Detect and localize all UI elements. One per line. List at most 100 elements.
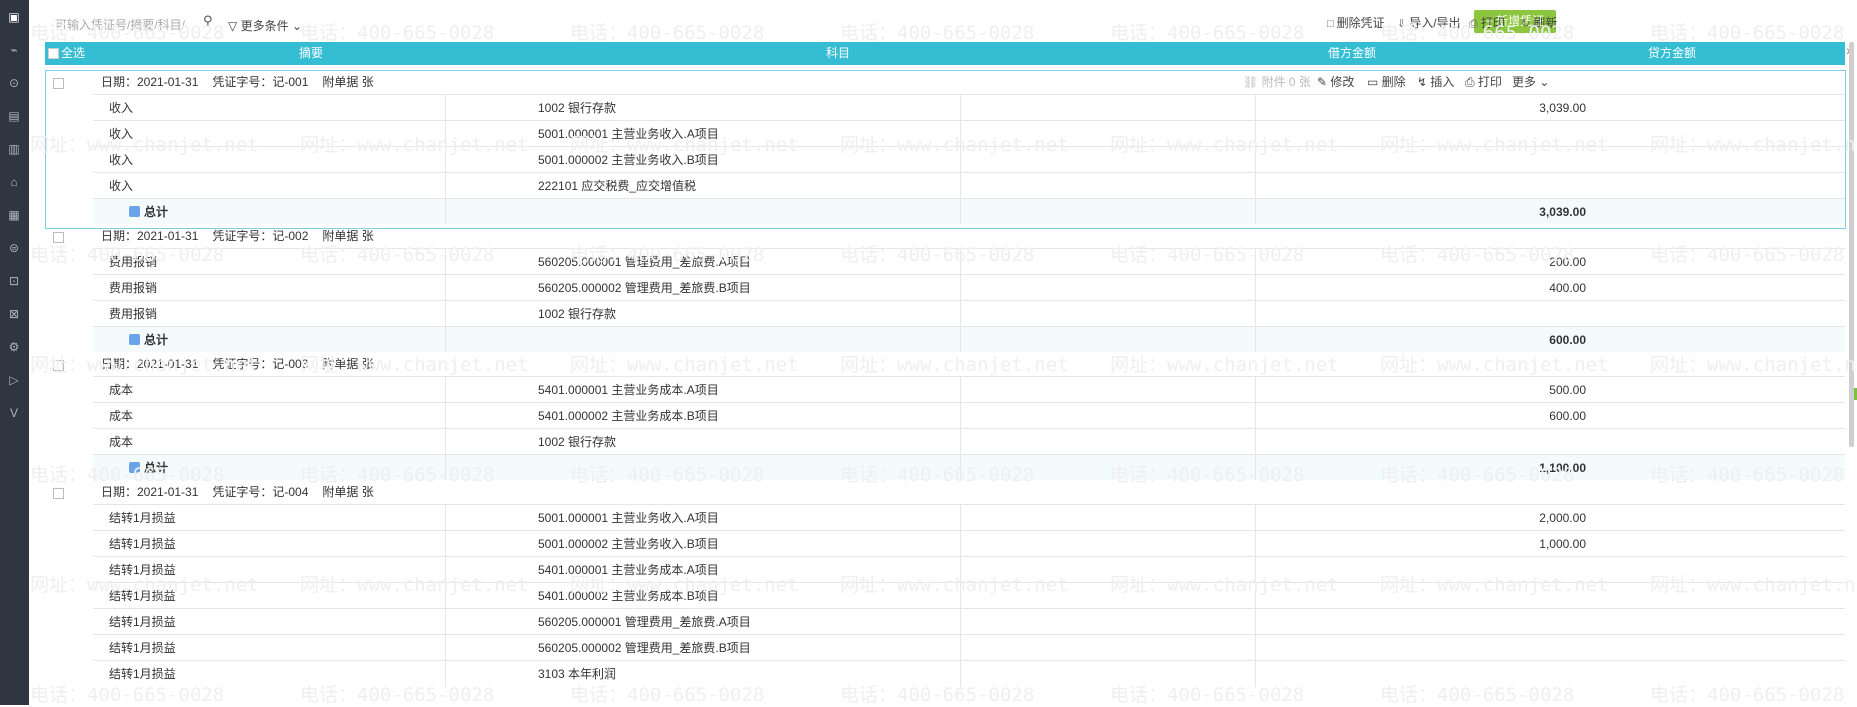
col-credit-header: 贷方金额 — [1648, 46, 1697, 60]
chevron-down-icon: ⌄ — [291, 19, 302, 33]
voucher-date: 日期：2021-01-31 — [101, 485, 199, 499]
account-cell: 5001.000002 主营业务收入.B项目 — [538, 153, 719, 167]
table-row[interactable]: 成本 5401.000002 主营业务成本.B项目 600.00 — [93, 402, 1845, 429]
voucher-number: 凭证字号：记-003 — [212, 357, 309, 371]
table-row[interactable]: 收入5001.000001 主营业务收入.A项目2,000.00 — [93, 120, 1845, 147]
column-divider — [445, 275, 446, 301]
column-divider — [960, 429, 961, 455]
voucher-checkbox[interactable] — [53, 232, 64, 243]
import-export-button[interactable]: ⇓ 导入/导出 — [1397, 14, 1461, 31]
column-divider — [445, 403, 446, 429]
table-row[interactable]: 结转1月损益5401.000002 主营业务成本.B项目600.00 — [93, 582, 1845, 609]
credit-cell: 600.00 — [1586, 301, 1857, 327]
table-row[interactable]: 费用报销 560205.000002 管理费用_差旅费.B项目 400.00 — [93, 274, 1845, 301]
summary-cell: 成本 — [109, 435, 134, 449]
column-divider — [960, 377, 961, 403]
table-row[interactable]: 费用报销 560205.000001 管理费用_差旅费.A项目 200.00 — [93, 248, 1845, 275]
summary-cell: 结转1月损益 — [109, 615, 176, 629]
voucher-nav-icon[interactable]: ▣ — [7, 10, 21, 24]
edit-button[interactable]: ✎ 修改 — [1317, 70, 1354, 94]
credit-cell: 500.00 — [1586, 557, 1857, 583]
voucher-checkbox[interactable] — [53, 488, 64, 499]
filter-icon: ▽ — [228, 19, 238, 33]
summary-cell: 费用报销 — [109, 307, 158, 321]
more-button[interactable]: 更多 ⌄ — [1512, 70, 1549, 94]
column-divider — [445, 199, 446, 225]
table-row[interactable]: 结转1月损益5401.000001 主营业务成本.A项目500.00 — [93, 556, 1845, 583]
search-input[interactable] — [53, 14, 227, 36]
column-divider — [960, 301, 961, 327]
column-divider — [445, 249, 446, 275]
table-row[interactable]: 结转1月损益3103 本年利润1,300.00 — [93, 660, 1845, 687]
table-row[interactable]: 费用报销1002 银行存款600.00 — [93, 300, 1845, 327]
table-header: 全选 摘要 科目 借方金额 贷方金额 — [45, 42, 1845, 65]
table-row[interactable]: 成本 5401.000001 主营业务成本.A项目 500.00 — [93, 376, 1845, 403]
summary-cell: 收入 — [109, 101, 134, 115]
column-divider — [445, 557, 446, 583]
total-credit: 3,039.00 — [1586, 199, 1857, 225]
column-divider — [960, 661, 961, 687]
account-cell: 1002 银行存款 — [538, 307, 617, 321]
column-divider — [1255, 301, 1256, 327]
scrollbar[interactable] — [1849, 42, 1854, 447]
table-row[interactable]: 收入5001.000002 主营业务收入.B项目1,000.00 — [93, 146, 1845, 173]
column-divider — [960, 455, 961, 481]
table-row[interactable]: 结转1月损益 5001.000001 主营业务收入.A项目 2,000.00 — [93, 504, 1845, 531]
column-divider — [445, 301, 446, 327]
voucher-number: 凭证字号：记-004 — [212, 485, 309, 499]
account-cell: 3103 本年利润 — [538, 667, 617, 681]
summary-cell: 收入 — [109, 179, 134, 193]
column-divider — [960, 635, 961, 661]
search-icon[interactable]: ⚲ — [203, 13, 213, 29]
account-cell: 5001.000001 主营业务收入.A项目 — [538, 127, 719, 141]
column-divider — [445, 635, 446, 661]
chart-nav-icon[interactable]: ⌁ — [7, 43, 21, 57]
select-all-checkbox[interactable] — [48, 48, 59, 59]
account-cell: 560205.000001 管理费用_差旅费.A项目 — [538, 615, 751, 629]
more-filters-button[interactable]: ▽ 更多条件 ⌄ — [228, 17, 302, 34]
voucher-meta: 日期：2021-01-31 凭证字号：记-001 附单据 张 — [101, 70, 388, 94]
total-icon — [129, 206, 140, 217]
column-divider — [960, 147, 961, 173]
debit-cell: 1,000.00 — [1539, 537, 1586, 551]
column-divider — [445, 429, 446, 455]
import-export-label: 导入/导出 — [1409, 16, 1461, 30]
voucher-checkbox[interactable] — [53, 78, 64, 89]
toolbar: ⚲ ▽ 更多条件 ⌄ + 新增凭证 □删除凭证 ⇓导入/导出 ⎙打印 ↻刷新 — [29, 0, 1857, 42]
refresh-label: 刷新 — [1533, 16, 1558, 30]
account-cell: 5001.000002 主营业务收入.B项目 — [538, 537, 719, 551]
table-row[interactable]: 结转1月损益 5001.000002 主营业务收入.B项目 1,000.00 — [93, 530, 1845, 557]
column-divider — [445, 377, 446, 403]
credit-cell: 1,100.00 — [1586, 429, 1857, 455]
table-row[interactable]: 成本1002 银行存款1,100.00 — [93, 428, 1845, 455]
summary-cell: 结转1月损益 — [109, 537, 176, 551]
refresh-button[interactable]: ↻ 刷新 — [1521, 14, 1557, 31]
delete-voucher-button[interactable]: □ 删除凭证 — [1327, 14, 1385, 31]
account-cell: 5401.000002 主营业务成本.B项目 — [538, 409, 719, 423]
voucher-date: 日期：2021-01-31 — [101, 357, 199, 371]
total-icon — [129, 462, 140, 473]
voucher-meta: 日期：2021-01-31 凭证字号：记-004 附单据 张 — [101, 480, 388, 504]
voucher-checkbox[interactable] — [53, 360, 64, 371]
table-row[interactable]: 收入 1002 银行存款 3,039.00 — [93, 94, 1845, 121]
attachment-link[interactable]: ⛓ 附件 0 张 — [1243, 70, 1311, 94]
table-row[interactable]: 收入222101 应交税费_应交增值税39.00 — [93, 172, 1845, 199]
voucher-number: 凭证字号：记-002 — [212, 229, 309, 243]
debit-cell: 400.00 — [1549, 281, 1586, 295]
table-row[interactable]: 结转1月损益560205.000001 管理费用_差旅费.A项目200.00 — [93, 608, 1845, 635]
total-label: 总计 — [129, 327, 168, 353]
total-debit: 3,039.00 — [1539, 205, 1586, 219]
print-row-button[interactable]: ⎙ 打印 — [1465, 70, 1502, 94]
column-divider — [960, 327, 961, 353]
column-divider — [1255, 583, 1256, 609]
print-button[interactable]: ⎙ 打印 — [1469, 14, 1505, 31]
account-cell: 560205.000002 管理费用_差旅费.B项目 — [538, 641, 751, 655]
insert-button[interactable]: ↯ 插入 — [1417, 70, 1454, 94]
table-row[interactable]: 结转1月损益560205.000002 管理费用_差旅费.B项目400.00 — [93, 634, 1845, 661]
column-divider — [445, 327, 446, 353]
column-divider — [445, 147, 446, 173]
voucher-attachments: 附单据 张 — [322, 357, 374, 371]
summary-cell: 成本 — [109, 383, 134, 397]
delete-button[interactable]: ▭ 删除 — [1367, 70, 1406, 94]
account-cell: 222101 应交税费_应交增值税 — [538, 179, 697, 193]
